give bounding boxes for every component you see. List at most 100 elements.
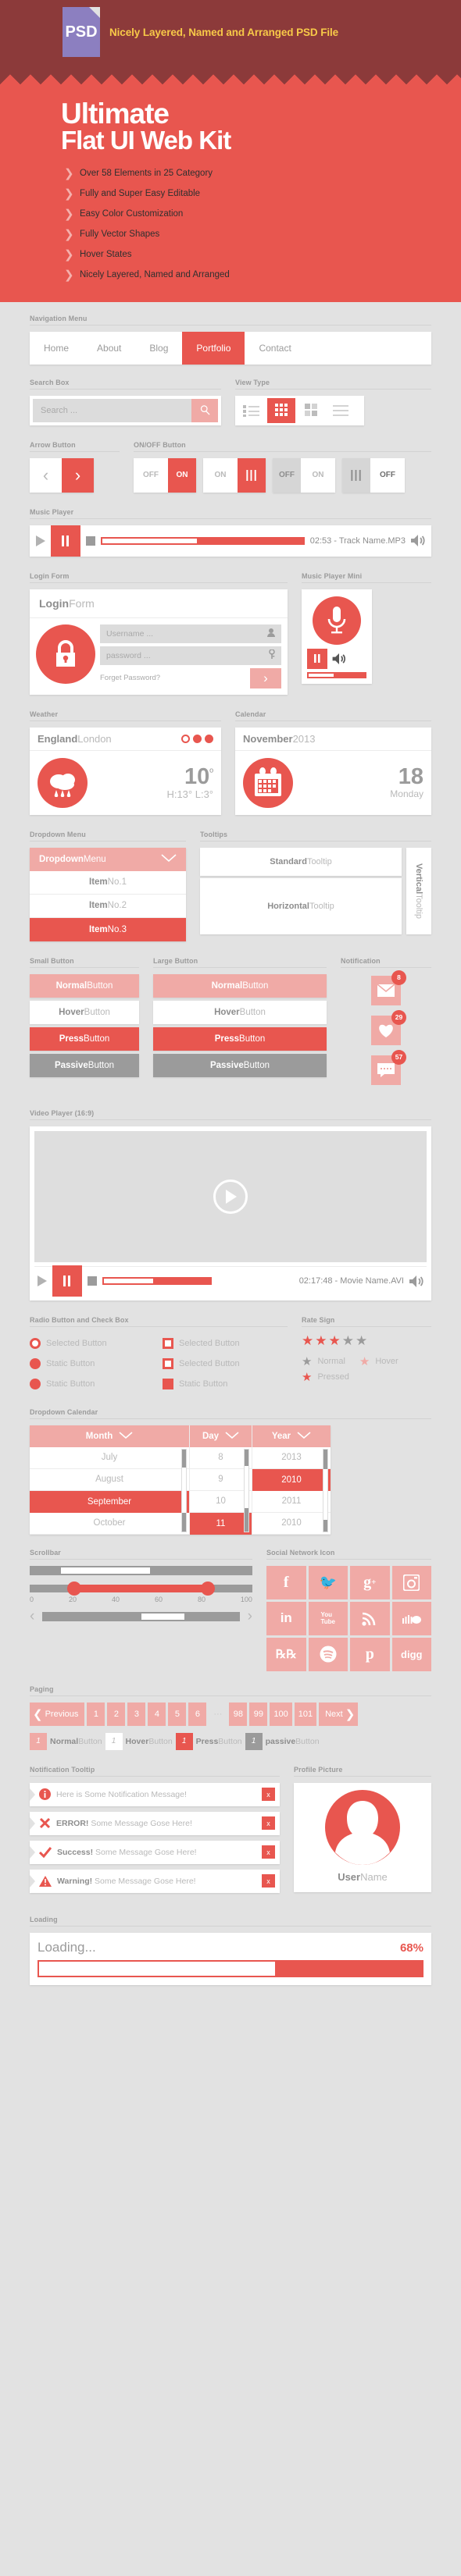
soundcloud-icon[interactable] (391, 1601, 431, 1635)
lastfm-icon[interactable]: ℞℞ (266, 1637, 306, 1671)
scrollbar-thumb[interactable] (323, 1449, 327, 1469)
month-item-selected[interactable]: September (30, 1490, 189, 1513)
radio-option-2[interactable]: Static Button (30, 1354, 147, 1374)
nav-item-portfolio[interactable]: Portfolio (182, 331, 245, 365)
page-101[interactable]: 101 (294, 1702, 317, 1726)
day-item-selected[interactable]: 11 (190, 1512, 252, 1535)
twitter-icon[interactable]: 🐦 (308, 1565, 348, 1599)
year-item-selected[interactable]: 2010 (252, 1468, 331, 1491)
dropdown-item-3[interactable]: Item No.3 (30, 917, 186, 941)
day-item[interactable]: 8 (190, 1447, 252, 1469)
checkbox-icon[interactable] (163, 1378, 173, 1389)
arrow-left-icon[interactable]: ‹ (30, 1608, 34, 1625)
volume-icon[interactable] (332, 653, 346, 664)
pause-button[interactable] (52, 1265, 82, 1297)
slider-handle-max[interactable] (201, 1581, 215, 1596)
search-input[interactable]: Search ... (33, 398, 191, 422)
dot-icon[interactable] (193, 734, 202, 743)
arrow-right-icon[interactable]: › (248, 1608, 252, 1625)
stop-icon[interactable] (88, 1276, 97, 1286)
month-item[interactable]: October (30, 1513, 189, 1535)
slider-handle-min[interactable] (67, 1581, 81, 1596)
star-icon[interactable]: ★ (342, 1333, 354, 1349)
scrollbar-track[interactable] (181, 1448, 187, 1532)
year-column[interactable]: Year 2013 2010 2011 2010 (252, 1425, 331, 1535)
scrollbar-horizontal[interactable] (30, 1565, 252, 1575)
nav-item-about[interactable]: About (83, 332, 135, 365)
youtube-icon[interactable]: You Tube (308, 1601, 348, 1635)
music-player[interactable]: 02:53 - Track Name.MP3 (30, 525, 431, 557)
checkbox-option-3[interactable]: Static Button (163, 1374, 288, 1394)
linkedin-icon[interactable]: in (266, 1601, 306, 1635)
pause-button[interactable] (307, 648, 327, 669)
tile-view-icon[interactable] (297, 398, 325, 423)
small-button-passive[interactable]: Passive Button (30, 1053, 139, 1077)
pause-button[interactable] (51, 525, 80, 557)
music-progress-bar[interactable] (101, 536, 305, 545)
year-item[interactable]: 2011 (252, 1491, 331, 1513)
scrollbar-track[interactable] (42, 1611, 240, 1621)
weather-day-dots[interactable] (181, 734, 213, 743)
star-icon[interactable]: ★ (356, 1333, 367, 1349)
play-icon[interactable] (38, 1276, 47, 1287)
day-item[interactable]: 9 (190, 1469, 252, 1491)
dropdown-header[interactable]: DropdownMenu (30, 847, 186, 871)
notification-comment[interactable]: 57 (371, 1049, 406, 1085)
toggle-knob[interactable]: OFF (273, 457, 301, 493)
dot-icon[interactable] (205, 734, 213, 743)
close-icon[interactable]: x (262, 1874, 275, 1888)
lines-view-icon[interactable] (327, 398, 355, 423)
rating-stars[interactable]: ★ ★ ★ ★ ★ (302, 1333, 431, 1349)
scrollbar-with-arrows[interactable]: ‹ › (30, 1608, 252, 1625)
instagram-icon[interactable] (391, 1565, 431, 1599)
pagination[interactable]: ❮ Previous 1 2 3 4 5 6 ··· 98 99 100 101 … (30, 1702, 431, 1726)
radio-icon[interactable] (30, 1357, 41, 1369)
star-icon[interactable]: ★ (329, 1333, 341, 1349)
radio-icon[interactable] (30, 1337, 41, 1349)
close-icon[interactable]: x (262, 1788, 275, 1802)
scrollbar-thumb[interactable] (60, 1567, 150, 1574)
username-field[interactable]: Username ... (100, 624, 281, 643)
star-icon[interactable]: ★ (315, 1333, 327, 1349)
nav-item-home[interactable]: Home (30, 332, 83, 365)
radio-option-3[interactable]: Static Button (30, 1374, 147, 1394)
month-item[interactable]: July (30, 1447, 189, 1469)
day-header[interactable]: Day (190, 1425, 252, 1447)
page-5[interactable]: 5 (168, 1702, 187, 1726)
dot-icon[interactable] (181, 734, 190, 743)
star-icon[interactable]: ★ (302, 1333, 313, 1349)
volume-icon[interactable] (411, 535, 425, 547)
page-100[interactable]: 100 (270, 1702, 292, 1726)
year-item[interactable]: 2013 (252, 1447, 331, 1469)
rss-icon[interactable] (350, 1601, 390, 1635)
scrollbar-track[interactable] (244, 1448, 249, 1532)
month-column[interactable]: Month July August September October (30, 1425, 190, 1535)
toggle-switch-4[interactable]: ||| OFF (342, 457, 405, 493)
googleplus-icon[interactable]: g + (350, 1565, 390, 1599)
checkbox-icon[interactable] (163, 1337, 173, 1349)
large-button-press[interactable]: Press Button (153, 1026, 327, 1051)
spotify-icon[interactable] (308, 1637, 348, 1671)
view-type-switcher[interactable] (235, 395, 364, 425)
radio-option-1[interactable]: Selected Button (30, 1333, 147, 1354)
pinterest-icon[interactable]: p (350, 1637, 390, 1671)
forget-password-link[interactable]: Forget Password? (100, 674, 160, 682)
page-2[interactable]: 2 (107, 1702, 126, 1726)
page-99[interactable]: 99 (249, 1702, 268, 1726)
grid-view-icon[interactable] (267, 397, 295, 423)
page-3[interactable]: 3 (127, 1702, 146, 1726)
dropdown-calendar[interactable]: Month July August September October Day … (30, 1425, 331, 1535)
day-item[interactable]: 10 (190, 1491, 252, 1513)
facebook-icon[interactable]: f (266, 1565, 306, 1599)
chevron-down-icon[interactable] (161, 854, 177, 864)
social-network-icons[interactable]: f 🐦 g + in You Tube ℞℞ p digg (266, 1565, 431, 1671)
login-submit-button[interactable]: › (250, 667, 281, 688)
toggle-switch-3[interactable]: OFF ON (273, 457, 335, 493)
dropdown-item-1[interactable]: Item No.1 (30, 870, 186, 895)
volume-icon[interactable] (409, 1275, 423, 1287)
small-button-normal[interactable]: Normal Button (30, 973, 139, 998)
large-button-hover[interactable]: Hover Button (153, 1000, 327, 1024)
radio-icon[interactable] (30, 1378, 41, 1389)
video-controls[interactable]: 02:17:48 - Movie Name.AVI (34, 1265, 427, 1297)
page-98[interactable]: 98 (229, 1702, 248, 1726)
